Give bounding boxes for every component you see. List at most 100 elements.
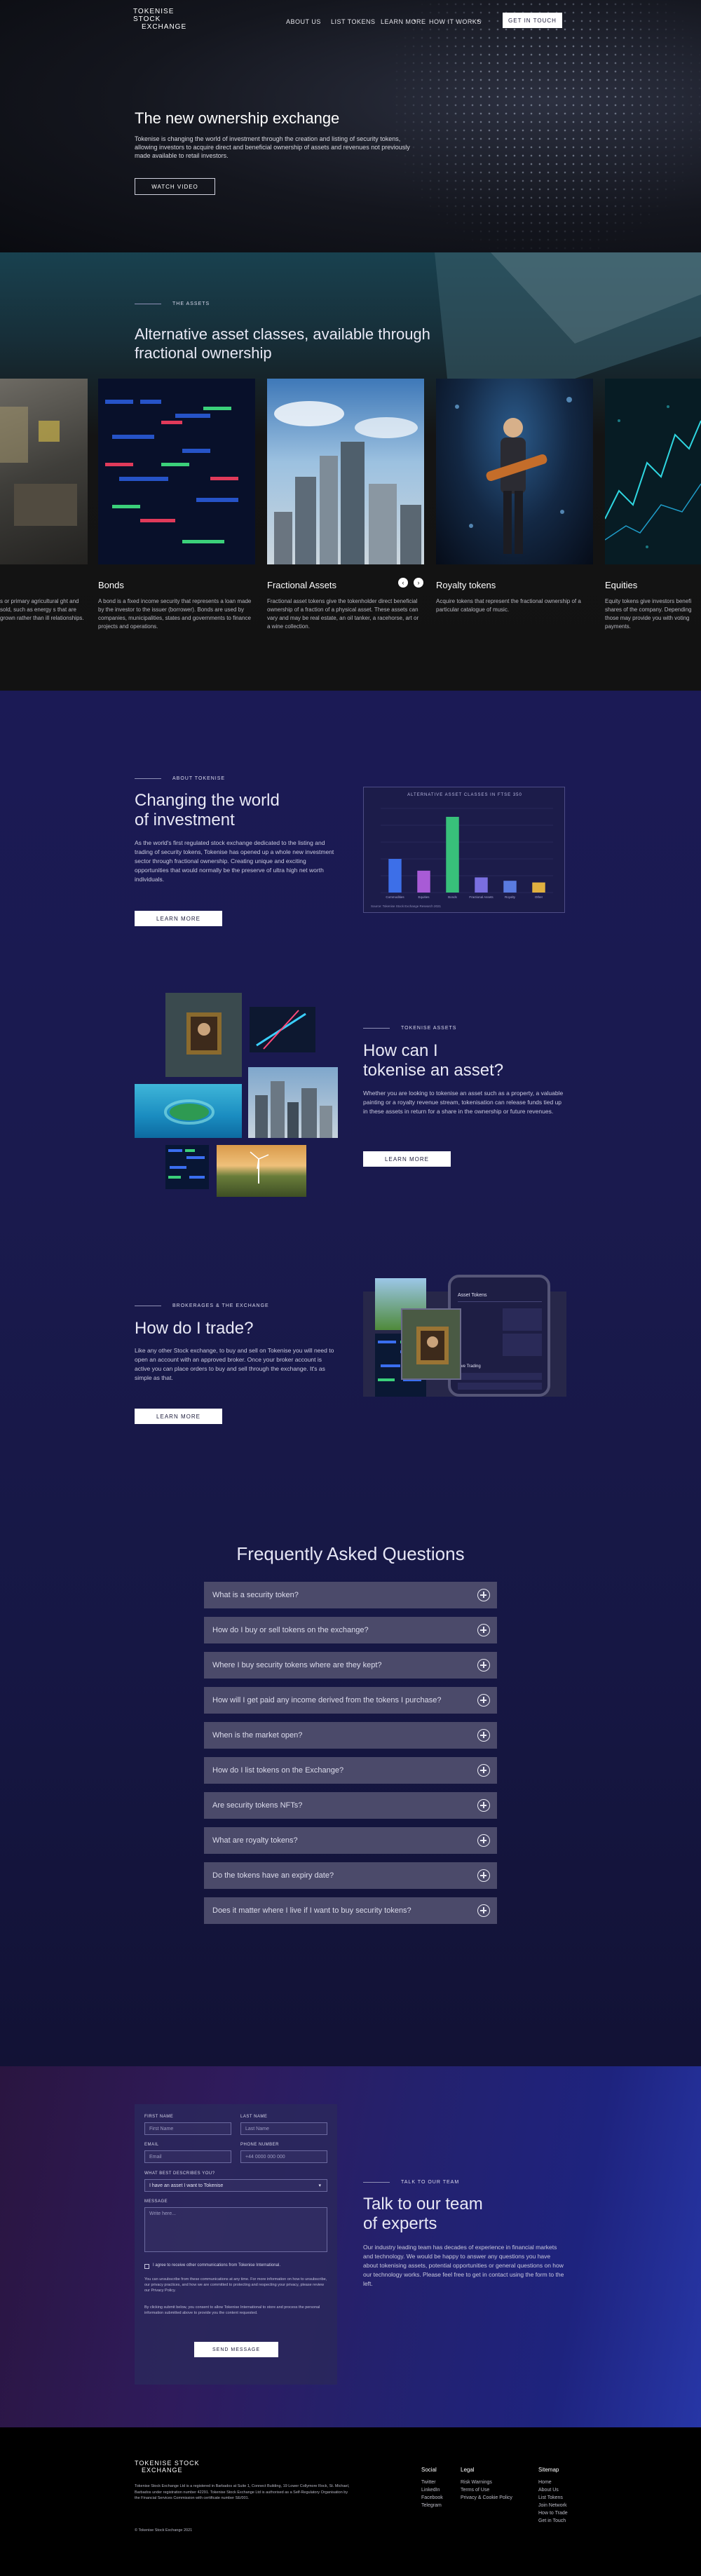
hero-section: TOKENISE STOCK EXCHANGE ABOUT US LIST TO… [0, 0, 701, 252]
asset-card-title-bonds[interactable]: Bonds [98, 580, 124, 590]
faq-item[interactable]: How will I get paid any income derived f… [204, 1687, 497, 1714]
tokenise-learn-more-button[interactable]: LEARN MORE [363, 1151, 451, 1167]
footer-link-terms[interactable]: Terms of Use [461, 2488, 489, 2493]
faq-title: Frequently Asked Questions [236, 1543, 465, 1564]
carousel-next-button[interactable]: › [414, 578, 423, 588]
faq-item[interactable]: Are security tokens NFTs? [204, 1792, 497, 1819]
chart-bar [446, 817, 459, 893]
footer-link-home[interactable]: Home [538, 2480, 552, 2485]
footer-link-get-in-touch[interactable]: Get in Touch [538, 2519, 566, 2523]
nav-list-tokens[interactable]: LIST TOKENS [331, 18, 376, 25]
phone-mockup: Asset Tokens Live Trading [448, 1275, 550, 1397]
message-textarea[interactable]: Write here... [144, 2207, 327, 2252]
nav-learn-more[interactable]: LEARN MORE [381, 18, 426, 25]
chevron-left-icon: ‹ [402, 579, 404, 586]
faq-item[interactable]: What are royalty tokens? [204, 1827, 497, 1854]
get-in-touch-button[interactable]: GET IN TOUCH [503, 13, 562, 28]
hero-dot-pattern [393, 0, 701, 252]
watch-video-button[interactable]: WATCH VIDEO [135, 178, 215, 195]
email-input[interactable]: Email [144, 2150, 231, 2163]
phone-row [503, 1334, 542, 1356]
asset-card-desc-royalty-tokens: Acquire tokens that represent the fracti… [436, 598, 581, 613]
asset-card-image-royalty-tokens[interactable] [436, 379, 593, 564]
features-section: ABOUT TOKENISE Changing the world of inve… [0, 691, 701, 2066]
chart-bar [475, 877, 488, 893]
stock-board-image [165, 1145, 209, 1189]
footer-link-linkedin[interactable]: LinkedIn [421, 2488, 440, 2493]
asset-card-image-commodities[interactable] [0, 379, 88, 564]
asset-card-title-royalty-tokens[interactable]: Royalty tokens [436, 580, 496, 590]
assets-label: THE ASSETS [172, 301, 210, 306]
plus-icon [477, 1659, 490, 1672]
plus-icon [477, 1869, 490, 1882]
footer-link-list-tokens[interactable]: List Tokens [538, 2495, 563, 2500]
logo-line-1: TOKENISE STOCK [133, 8, 175, 23]
footer-sitemap-heading: Sitemap [538, 2467, 559, 2473]
carousel-prev-button[interactable]: ‹ [398, 578, 408, 588]
chart-footnote: Source: Tokenise Stock Exchange Research… [371, 904, 441, 908]
chevron-down-icon: ▾ [477, 19, 479, 24]
footer-link-telegram[interactable]: Telegram [421, 2503, 442, 2508]
chevron-down-icon: ▾ [414, 19, 416, 24]
about-learn-more-button[interactable]: LEARN MORE [135, 911, 222, 926]
send-message-button[interactable]: SEND MESSAGE [194, 2342, 278, 2357]
asset-card-desc-commodities: s or primary agricultural ght and sold, … [0, 598, 84, 621]
nav-how-it-works[interactable]: HOW IT WORKS [429, 18, 482, 25]
asset-card-desc-equities: Equity tokens give investors benefi shar… [605, 598, 692, 630]
last-name-input[interactable]: Last Name [240, 2122, 327, 2135]
about-title: Changing the world of investment [135, 791, 280, 829]
plus-icon [477, 1694, 490, 1707]
contact-label: TALK TO OUR TEAM [401, 2180, 460, 2185]
asset-card-image-fractional-assets[interactable] [267, 379, 424, 564]
assets-title: Alternative asset classes, available thr… [135, 325, 430, 362]
message-label: MESSAGE [144, 2199, 168, 2204]
trade-label: BROKERAGES & THE EXCHANGE [172, 1303, 269, 1308]
about-text: As the world's first regulated stock exc… [135, 839, 334, 883]
faq-item[interactable]: How do I buy or sell tokens on the excha… [204, 1617, 497, 1643]
consent-text: I agree to receive other communications … [153, 2263, 280, 2267]
last-name-label: LAST NAME [240, 2115, 268, 2119]
footer-link-privacy[interactable]: Privacy & Cookie Policy [461, 2495, 512, 2500]
chart-plot: Commodities Equities Bonds Fractional Asset… [381, 808, 553, 899]
plus-icon [477, 1904, 490, 1917]
footer-copyright: © Tokenise Stock Exchange 2021 [135, 2528, 193, 2533]
footer-link-join-network[interactable]: Join Network [538, 2503, 566, 2508]
enquiry-label: WHAT BEST DESCRIBES YOU? [144, 2171, 215, 2176]
framed-portrait-image [401, 1308, 461, 1380]
footer-logo[interactable]: TOKENISE STOCK EXCHANGE [135, 2460, 200, 2474]
faq-item[interactable]: Does it matter where I live if I want to… [204, 1897, 497, 1924]
footer-link-facebook[interactable]: Facebook [421, 2495, 443, 2500]
phone-header: Asset Tokens [458, 1293, 487, 1298]
chart-bar [532, 882, 545, 893]
asset-card-title-equities[interactable]: Equities [605, 580, 637, 590]
asset-card-title-fractional-assets[interactable]: Fractional Assets [267, 580, 336, 590]
site-logo[interactable]: TOKENISE STOCK EXCHANGE [133, 8, 196, 31]
chart-category-label: Fractional Assets [469, 895, 494, 899]
footer-link-how-to-trade[interactable]: How to Trade [538, 2511, 568, 2516]
contact-text: Our industry leading team has decades of… [363, 2244, 564, 2287]
faq-item[interactable]: Do the tokens have an expiry date? [204, 1862, 497, 1889]
chart-category-label: Other [535, 895, 543, 899]
asset-card-image-equities[interactable] [605, 379, 701, 564]
nav-about-us[interactable]: ABOUT US [286, 18, 321, 25]
painting-image [165, 993, 242, 1077]
footer-link-risk[interactable]: Risk Warnings [461, 2480, 492, 2485]
footer-link-twitter[interactable]: Twitter [421, 2480, 436, 2485]
enquiry-select[interactable]: I have an asset I want to Tokenise ▾ [144, 2179, 327, 2192]
footer-link-about[interactable]: About Us [538, 2488, 559, 2493]
faq-item[interactable]: What is a security token? [204, 1582, 497, 1608]
faq-item[interactable]: When is the market open? [204, 1722, 497, 1749]
faq-item[interactable]: How do I list tokens on the Exchange? [204, 1757, 497, 1784]
footer-legal-text: Tokenise Stock Exchange Ltd is a registe… [135, 2484, 350, 2500]
trade-learn-more-button[interactable]: LEARN MORE [135, 1409, 222, 1424]
consent-checkbox[interactable] [144, 2264, 149, 2269]
asset-card-desc-fractional-assets: Fractional asset tokens give the tokenho… [267, 598, 419, 630]
asset-card-image-bonds[interactable] [98, 379, 255, 564]
plus-icon [477, 1624, 490, 1636]
city-skyline-image [248, 1067, 338, 1138]
first-name-input[interactable]: First Name [144, 2122, 231, 2135]
chart-category-label: Royalty [505, 895, 516, 899]
phone-input[interactable]: +44 0000 000 000 [240, 2150, 327, 2163]
faq-item[interactable]: Where I buy security tokens where are th… [204, 1652, 497, 1679]
phone-row [503, 1308, 542, 1331]
